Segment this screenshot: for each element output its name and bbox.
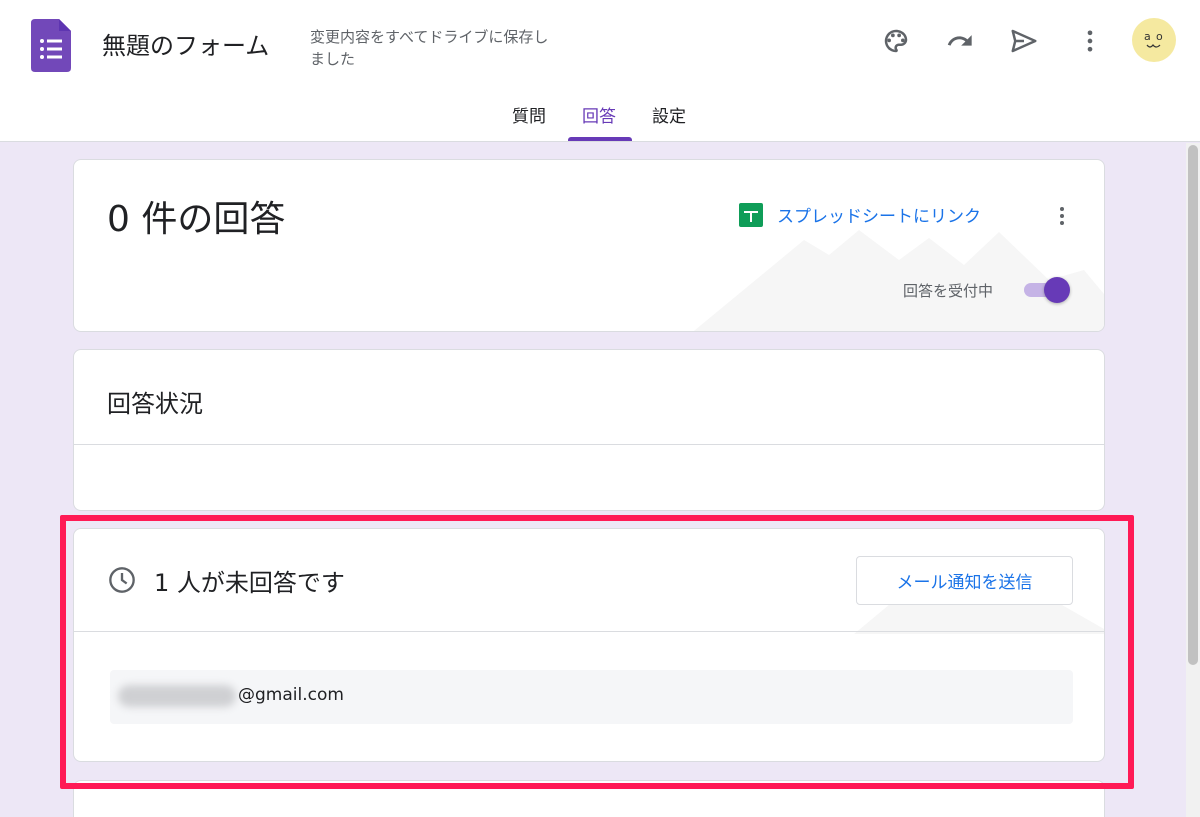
responses-more-icon[interactable]	[1044, 198, 1080, 234]
toggle-knob	[1044, 277, 1070, 303]
divider	[74, 631, 1104, 632]
responses-summary-card: 0 件の回答 スプレッドシートにリンク 回答を受付中	[73, 159, 1105, 332]
google-forms-logo[interactable]	[31, 19, 71, 72]
sheets-icon	[739, 202, 763, 227]
tab-bar: 質問 回答 設定	[0, 92, 1200, 142]
more-vert-icon[interactable]	[1070, 21, 1110, 61]
tab-settings[interactable]: 設定	[652, 102, 686, 127]
pending-respondent-row: @gmail.com	[110, 670, 1073, 724]
divider	[74, 444, 1104, 445]
account-avatar[interactable]: a o	[1132, 18, 1176, 62]
form-title[interactable]: 無題のフォーム	[102, 30, 269, 62]
app-header: 無題のフォーム 変更内容をすべてドライブに保存しました a o 質問 回答 設定	[0, 0, 1200, 142]
send-email-reminder-button[interactable]: メール通知を送信	[856, 556, 1073, 605]
response-status-card: 回答状況	[73, 349, 1105, 511]
scrollbar-thumb[interactable]	[1188, 145, 1198, 665]
redacted-email-username	[118, 685, 236, 707]
tab-responses[interactable]: 回答	[582, 102, 616, 127]
accepting-responses-label: 回答を受付中	[903, 282, 994, 300]
responses-count: 0 件の回答	[107, 199, 286, 240]
save-status: 変更内容をすべてドライブに保存しました	[310, 28, 549, 68]
status-title: 回答状況	[107, 390, 203, 418]
send-icon[interactable]	[1004, 21, 1044, 61]
next-card-partial	[73, 780, 1105, 817]
respondent-email-domain: @gmail.com	[238, 685, 344, 705]
tab-questions[interactable]: 質問	[512, 102, 546, 127]
link-to-sheets-button[interactable]: スプレッドシートにリンク	[739, 202, 981, 227]
accepting-responses-toggle[interactable]	[1024, 277, 1074, 303]
sheet-link-label: スプレッドシートにリンク	[777, 207, 981, 227]
svg-text:o: o	[1156, 30, 1163, 43]
pending-count-title: 1 人が未回答です	[154, 569, 345, 597]
palette-icon[interactable]	[876, 21, 916, 61]
clock-icon	[109, 567, 135, 593]
active-tab-indicator	[568, 137, 632, 141]
pending-respondents-card: 1 人が未回答です メール通知を送信 @gmail.com	[73, 528, 1105, 762]
decorative-mountains	[693, 230, 1104, 331]
undo-icon[interactable]	[940, 21, 980, 61]
svg-text:a: a	[1144, 30, 1151, 43]
